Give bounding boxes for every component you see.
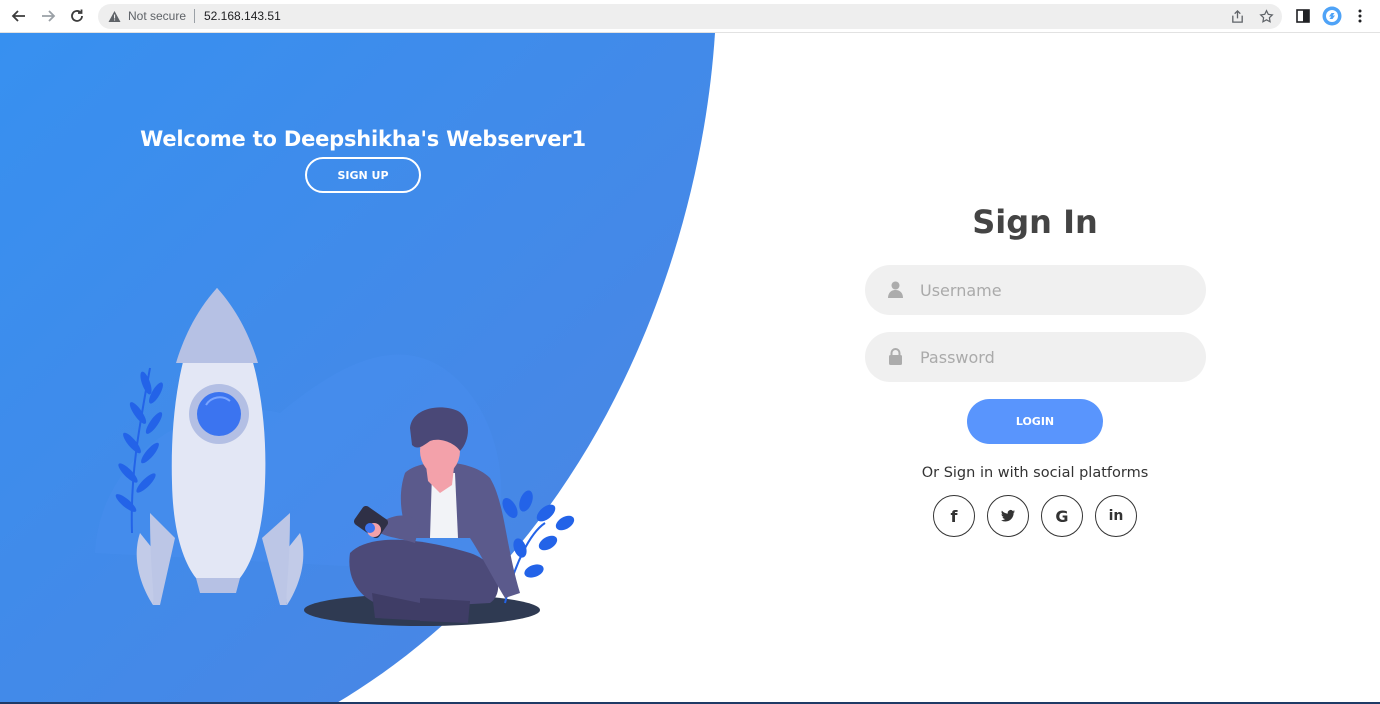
username-field[interactable] [865, 265, 1206, 315]
user-icon [888, 281, 903, 298]
password-field[interactable] [865, 332, 1206, 382]
facebook-icon: f [950, 506, 958, 526]
google-icon: G [1055, 506, 1069, 526]
rocket-person-illustration [95, 288, 575, 626]
address-bar[interactable]: Not secure 52.168.143.51 [98, 4, 1282, 29]
login-page: Welcome to Deepshikha's Webserver1 SIGN … [0, 33, 1380, 704]
sign-in-title: Sign In [972, 203, 1098, 241]
omnibox-divider [194, 9, 195, 23]
linkedin-button[interactable]: in [1095, 495, 1137, 537]
url-text[interactable]: 52.168.143.51 [204, 9, 281, 23]
back-icon[interactable] [7, 5, 31, 27]
google-button[interactable]: G [1041, 495, 1083, 537]
security-label[interactable]: Not secure [128, 9, 186, 23]
more-options-icon[interactable] [1352, 8, 1368, 24]
browser-toolbar: Not secure 52.168.143.51 [0, 0, 1380, 33]
social-signin-text: Or Sign in with social platforms [921, 465, 1149, 481]
forward-icon[interactable] [36, 5, 60, 27]
bookmark-star-icon[interactable] [1259, 9, 1274, 24]
share-icon[interactable] [1230, 9, 1245, 24]
warning-icon[interactable] [108, 10, 121, 23]
username-input[interactable] [920, 265, 1190, 315]
twitter-button[interactable] [987, 495, 1029, 537]
linkedin-icon: in [1108, 508, 1124, 524]
password-input[interactable] [920, 332, 1190, 382]
reload-icon[interactable] [65, 5, 89, 27]
facebook-button[interactable]: f [933, 495, 975, 537]
twitter-icon [1001, 510, 1015, 522]
lock-icon [889, 348, 902, 365]
login-button[interactable]: LOGIN [967, 399, 1103, 444]
profile-avatar-icon[interactable] [1322, 6, 1342, 26]
side-panel-icon[interactable] [1295, 8, 1311, 24]
